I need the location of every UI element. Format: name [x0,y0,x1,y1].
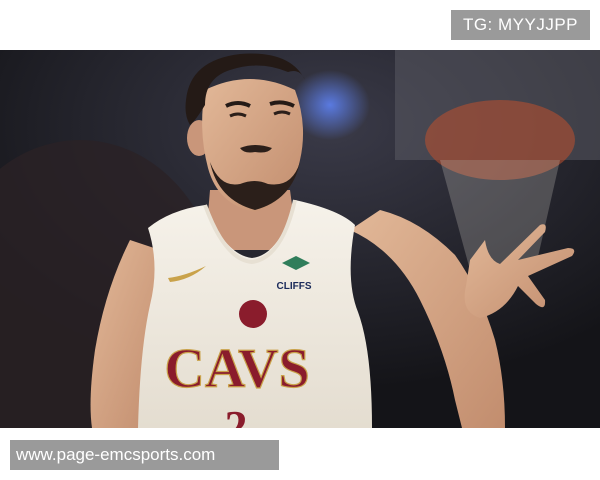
telegram-watermark-badge: TG: MYYJJPP [451,10,590,40]
jersey-basketball-emblem [239,300,267,328]
jersey-number: 2 [225,401,248,428]
site-url-watermark: www.page-emcsports.com [10,440,279,470]
player-photo: CLIFFS CAVS 2 [0,50,600,428]
jersey-team-text: CAVS [164,338,309,400]
jersey-sponsor-text: CLIFFS [277,281,312,292]
